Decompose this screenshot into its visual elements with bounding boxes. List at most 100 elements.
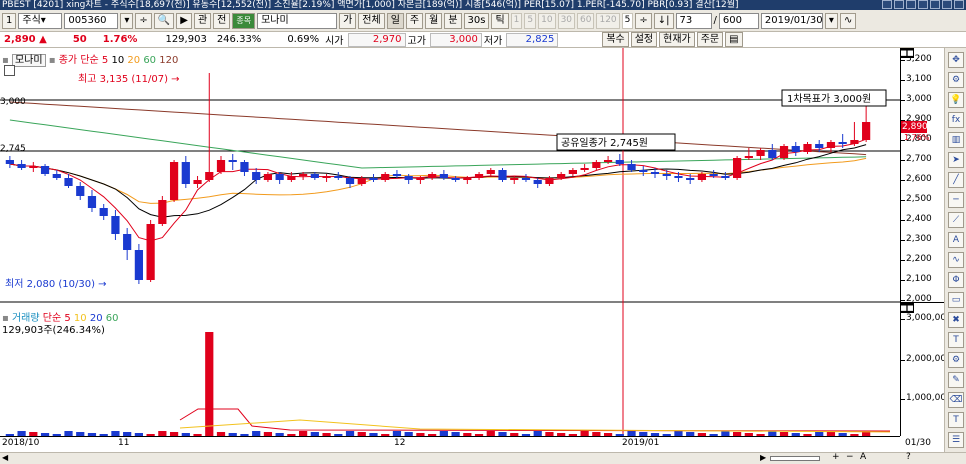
bulb-icon[interactable]: 💡 [948, 92, 964, 108]
period-day-button[interactable]: 일 [386, 12, 404, 29]
zoom-in-icon[interactable]: + [832, 452, 840, 462]
font-icon[interactable]: A [860, 452, 866, 462]
window-btn-2[interactable] [894, 0, 904, 9]
period-num-10[interactable]: 10 [538, 12, 556, 29]
multi-button[interactable]: 복수 [602, 32, 629, 47]
x-label-2018-10: 2018/10 [2, 438, 40, 448]
date-dropdown-button[interactable]: ▾ [824, 12, 838, 29]
grid-icon[interactable]: ▤ [725, 32, 743, 47]
chart-area[interactable]: 최고 3,135 (11/07) → 최저 2,080 (10/30) → 3,00… [0, 48, 900, 452]
fib-tool-icon[interactable]: Φ [948, 272, 964, 288]
period-day: 일 [390, 15, 400, 26]
wave-tool-icon[interactable]: ∿ [948, 252, 964, 268]
axis-lock-icon[interactable]: ■■ [900, 48, 914, 58]
box-tool-icon[interactable]: ▭ [948, 292, 964, 308]
erase-all-icon[interactable]: ⌫ [948, 392, 964, 408]
help-icon[interactable]: ? [906, 452, 911, 462]
jeon-button[interactable]: 전 [213, 12, 231, 29]
period-spin-icon[interactable]: ÷ [635, 12, 652, 29]
auto-tool-icon[interactable]: A [948, 232, 964, 248]
period-min-button[interactable]: 분 [444, 12, 462, 29]
period-num-30[interactable]: 30 [557, 12, 576, 29]
chart-checkbox[interactable] [4, 65, 15, 76]
list-icon[interactable]: ☰ [948, 432, 964, 448]
period-week-button[interactable]: 주 [405, 12, 424, 29]
period-num-1-label: 1 [513, 15, 520, 25]
code-dropdown-button[interactable]: ▾ [120, 12, 134, 29]
period-tick-button[interactable]: 틱 [491, 12, 509, 29]
period-num-60[interactable]: 60 [577, 12, 595, 29]
period-num-1[interactable]: 1 [510, 12, 523, 29]
chart-type-icon[interactable]: ∿ [839, 12, 857, 29]
price-axis[interactable]: 3,200 3,100 3,000 2,900 2,800 2,700 2,600 2,500… [900, 48, 944, 304]
right-toolbox: ✥ ⚙ 💡 fx ▥ ➤ ╱ ─ ⟋ A ∿ Φ ▭ ✖ T ⚙ ✎ ⌫ T ☰ [944, 48, 966, 452]
current-price-button[interactable]: 현재가 [659, 32, 695, 47]
window-btn-5[interactable] [930, 0, 940, 9]
scroll-right-icon[interactable]: ▶ [760, 453, 766, 462]
hline-tool-icon[interactable]: ─ [948, 192, 964, 208]
analysis-icon[interactable]: ⚙ [948, 72, 964, 88]
pointer-icon[interactable]: ➤ [948, 152, 964, 168]
zoom-slider[interactable] [770, 456, 820, 461]
public-label: 공유일종가 2,745원 [561, 137, 648, 149]
zoom-out-icon[interactable]: − [846, 452, 854, 462]
period-num-120[interactable]: 120 [596, 12, 620, 29]
price-tick-mark [901, 260, 905, 261]
scroll-left-icon[interactable]: ◀ [2, 453, 8, 462]
code-input[interactable]: 005360 [64, 12, 119, 29]
period-num-5[interactable]: 5 [524, 12, 537, 29]
cross-tool-icon[interactable]: ✖ [948, 312, 964, 328]
bottom-scrollbar[interactable]: ◀ ▶ + − A ? [0, 452, 966, 464]
settings-tool-icon[interactable]: ⚙ [948, 352, 964, 368]
date-input[interactable]: 2019/01/30 [760, 12, 823, 29]
candle-body [826, 142, 836, 148]
volume-axis[interactable]: 3,000,000 2,000,000 1,000,000 [900, 302, 952, 436]
line-tool-icon[interactable]: ╱ [948, 172, 964, 188]
period-week: 주 [409, 15, 420, 26]
all-button[interactable]: 전체 [358, 12, 385, 29]
window-btn-6[interactable] [942, 0, 952, 9]
chart-icon[interactable]: ▥ [948, 132, 964, 148]
price-tick-label: 2,700 [906, 154, 932, 164]
stock-name-field[interactable]: 모나미 [257, 12, 338, 29]
vma60-label: 60 [105, 313, 119, 324]
count-a-input[interactable]: 73 [675, 12, 712, 29]
candle-body [697, 174, 707, 180]
jongmok-button[interactable]: 종목 [232, 12, 256, 29]
volume-value: 129,903 [165, 34, 207, 45]
stepper-icon[interactable]: ÷ [135, 12, 152, 29]
text-box-icon[interactable]: T [948, 412, 964, 428]
candle-body [381, 174, 390, 180]
kan-button[interactable]: 관 [193, 12, 212, 29]
window-btn-4[interactable] [918, 0, 928, 9]
candle-body [228, 160, 237, 162]
candle-body [791, 146, 800, 152]
ga-button[interactable]: 가 [339, 12, 357, 29]
pen-tool-icon[interactable]: ✎ [948, 372, 964, 388]
function-icon[interactable]: fx [948, 112, 964, 128]
main-legend-name[interactable]: 모나미 [11, 54, 46, 67]
split-icon[interactable]: ↓| [653, 12, 674, 29]
settings-button[interactable]: 설정 [630, 32, 658, 47]
x-axis[interactable]: 2018/10 11 12 2019/01 01/30 [0, 436, 931, 452]
text-tool-icon[interactable]: T [948, 332, 964, 348]
trend-tool-icon[interactable]: ⟋ [948, 212, 964, 228]
period-month-button[interactable]: 월 [425, 12, 443, 29]
window-btn-1[interactable] [882, 0, 892, 9]
play-icon[interactable]: ▶ [176, 12, 192, 29]
window-btn-7[interactable] [954, 0, 964, 9]
window-btn-3[interactable] [906, 0, 916, 9]
market-select[interactable]: 주식 ▾ [18, 12, 63, 29]
period-30s-button[interactable]: 30s [463, 12, 490, 29]
order-button[interactable]: 주문 [696, 32, 724, 47]
candle-body [392, 174, 402, 176]
price-tick-label: 2,500 [906, 194, 932, 204]
price-chart-svg[interactable]: 최고 3,135 (11/07) → 최저 2,080 (10/30) → 3,00… [0, 48, 900, 452]
period-num-custom[interactable]: 5 [621, 12, 634, 29]
cross-arrows-icon[interactable]: ✥ [948, 52, 964, 68]
search-icon[interactable]: 🔍 [153, 12, 175, 29]
volume-tick-mark [901, 360, 905, 361]
count-b-input[interactable]: 600 [718, 12, 759, 29]
vol-axis-lock-icon[interactable]: ■■ [900, 303, 914, 313]
index-button[interactable]: 1 [2, 12, 17, 29]
